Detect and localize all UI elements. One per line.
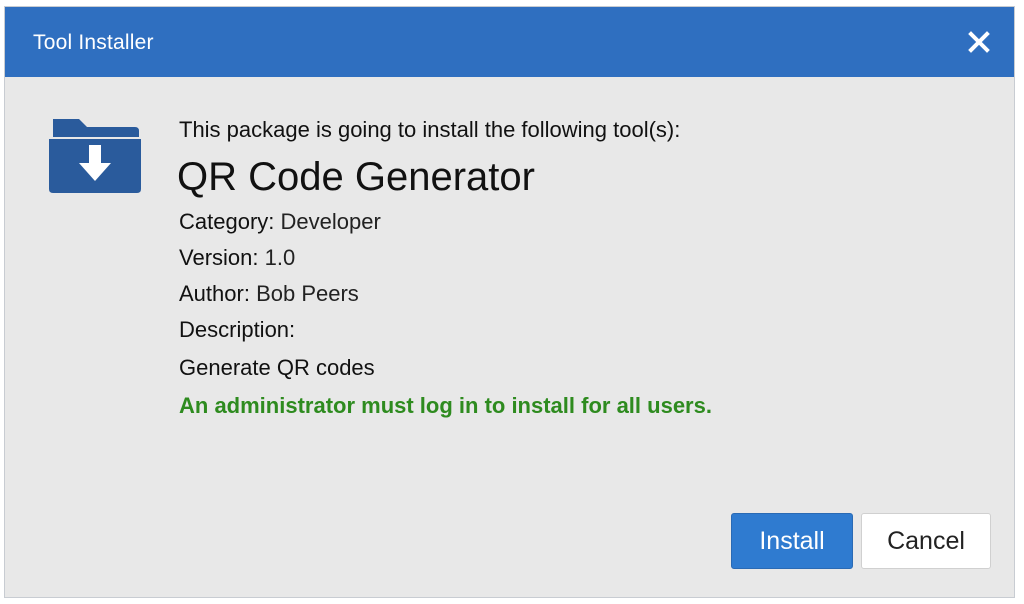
description-value: Generate QR codes	[179, 355, 375, 380]
window-title: Tool Installer	[33, 31, 154, 54]
author-label: Author:	[179, 281, 250, 306]
description-label: Description:	[179, 317, 296, 342]
version-value: 1.0	[264, 245, 296, 270]
tool-installer-dialog: Tool Installer This package is going to …	[4, 6, 1015, 598]
author-row: Author: Bob Peers	[179, 281, 359, 307]
close-icon	[968, 31, 990, 53]
folder-download-icon	[49, 119, 141, 193]
intro-text: This package is going to install the fol…	[179, 117, 681, 142]
cancel-button[interactable]: Cancel	[861, 513, 991, 569]
category-label: Category:	[179, 209, 275, 234]
tool-name-heading: QR Code Generator	[177, 155, 535, 199]
install-button[interactable]: Install	[731, 513, 853, 569]
category-row: Category: Developer	[179, 209, 381, 235]
author-value: Bob Peers	[256, 281, 359, 306]
close-button[interactable]	[944, 7, 1014, 77]
version-label: Version:	[179, 245, 259, 270]
version-row: Version: 1.0	[179, 245, 295, 271]
category-value: Developer	[280, 209, 381, 234]
admin-notice: An administrator must log in to install …	[179, 393, 712, 418]
title-bar: Tool Installer	[5, 7, 1014, 77]
